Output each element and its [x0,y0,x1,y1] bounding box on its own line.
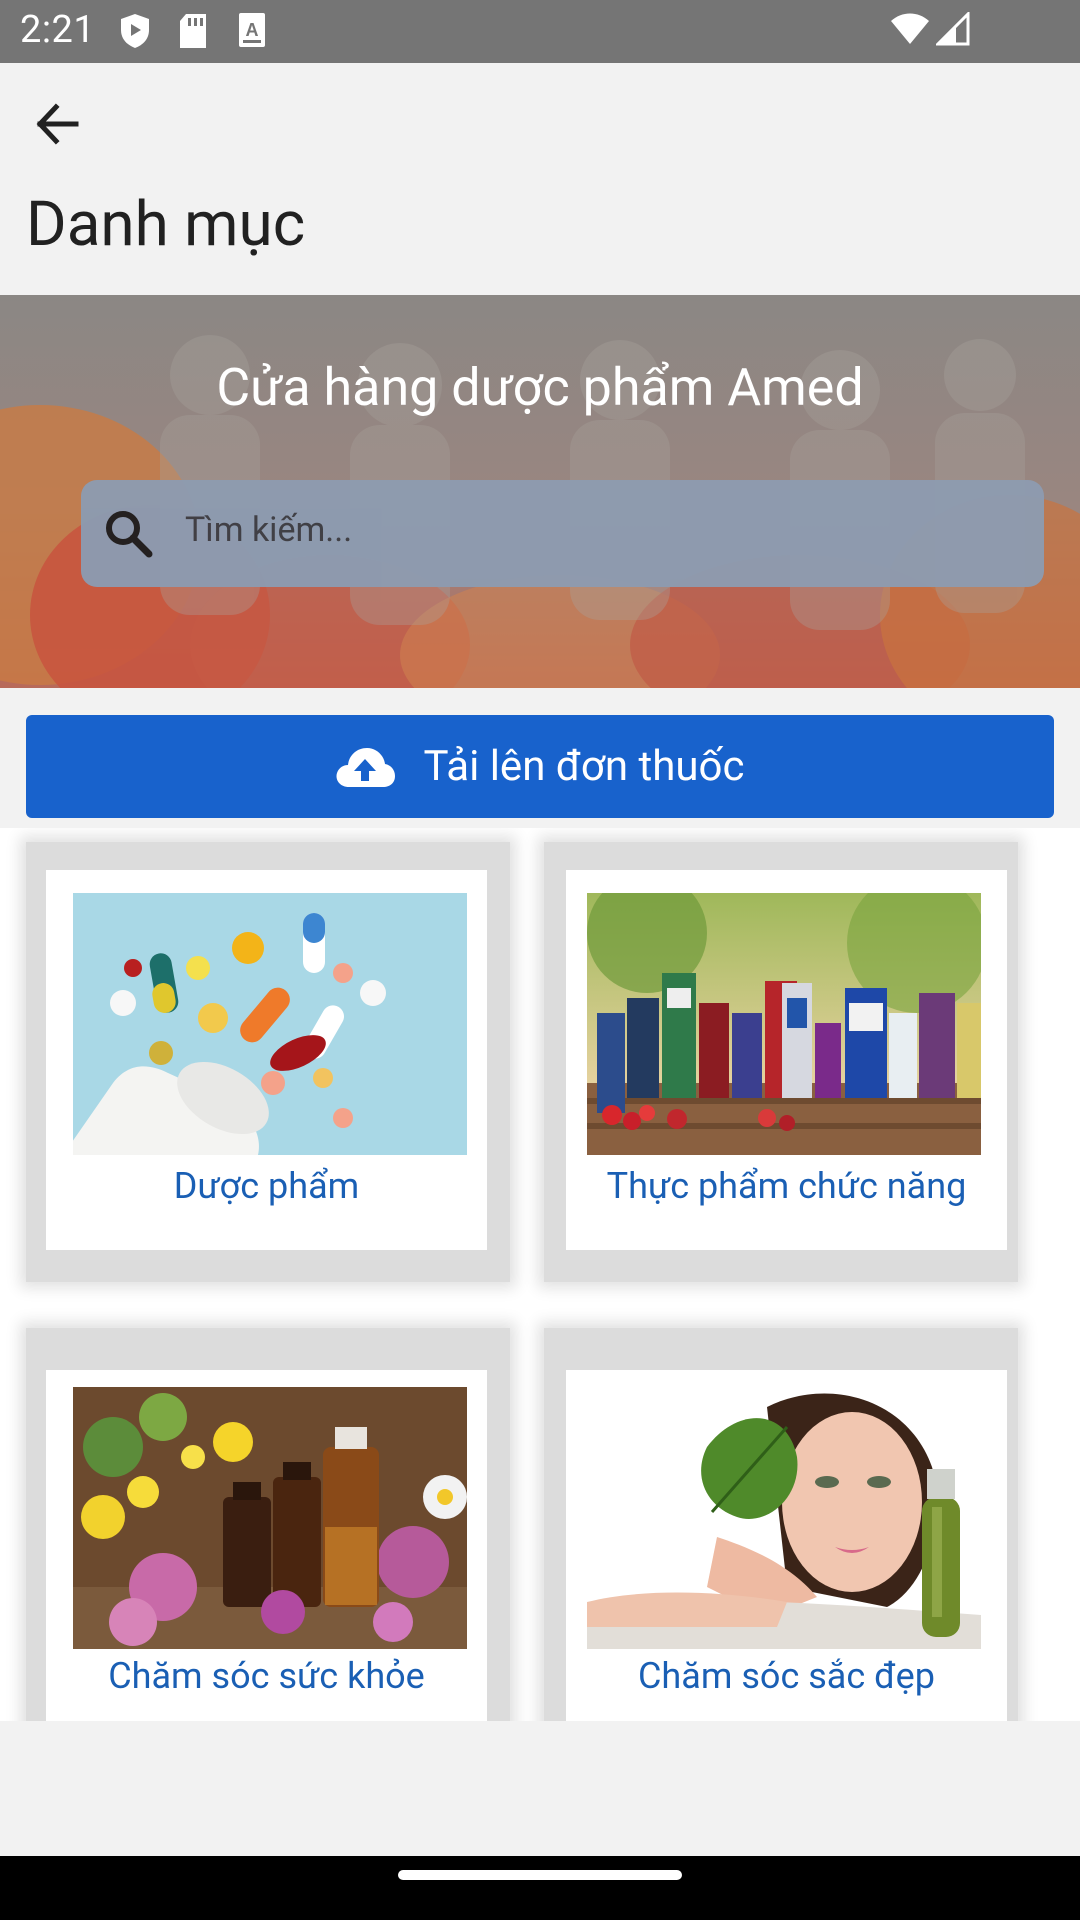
beauty-care-image [587,1387,981,1649]
category-card-cham-soc-sac-dep[interactable]: Chăm sóc sắc đẹp [566,1370,1007,1721]
system-navigation-bar [0,1856,1080,1920]
category-label: Chăm sóc sắc đẹp [638,1655,935,1697]
home-indicator[interactable] [398,1870,682,1880]
category-label: Chăm sóc sức khỏe [108,1655,425,1697]
arrow-back-icon [36,103,79,145]
wifi-icon [891,13,929,44]
category-label: Thực phẩm chức năng [606,1165,967,1207]
search-icon [106,511,153,558]
category-card-thuc-pham-chuc-nang[interactable]: Thực phẩm chức năng [566,870,1007,1250]
sd-card-icon [180,14,206,48]
category-card-duoc-pham[interactable]: Dược phẩm [46,870,487,1250]
app-bar: Danh mục [0,63,1080,295]
essential-oils-image [73,1387,467,1649]
category-grid: Dược phẩm Thực phẩm chức năng Chăm sóc s… [0,828,1080,1721]
search-placeholder: Tìm kiếm... [185,510,353,550]
text-a-icon: A [239,13,265,47]
status-bar: 2:21 A [0,0,1080,63]
hero-banner: Cửa hàng dược phẩm Amed Tìm kiếm... [0,295,1080,688]
cloud-upload-icon [336,747,396,787]
search-input[interactable]: Tìm kiếm... [81,480,1044,587]
supplements-image [587,893,981,1155]
back-button[interactable] [24,91,90,157]
upload-prescription-label: Tải lên đơn thuốc [423,742,745,791]
status-time: 2:21 [20,8,96,52]
svg-text:A: A [246,20,259,40]
page-title: Danh mục [26,188,306,261]
store-title: Cửa hàng dược phẩm Amed [216,357,864,418]
bottom-spacer [0,1721,1080,1856]
shield-icon [121,14,149,48]
signal-icon [936,12,970,46]
pills-image [73,893,467,1155]
category-card-cham-soc-suc-khoe[interactable]: Chăm sóc sức khỏe [46,1370,487,1721]
category-label: Dược phẩm [173,1165,360,1207]
upload-prescription-button[interactable]: Tải lên đơn thuốc [26,715,1054,818]
